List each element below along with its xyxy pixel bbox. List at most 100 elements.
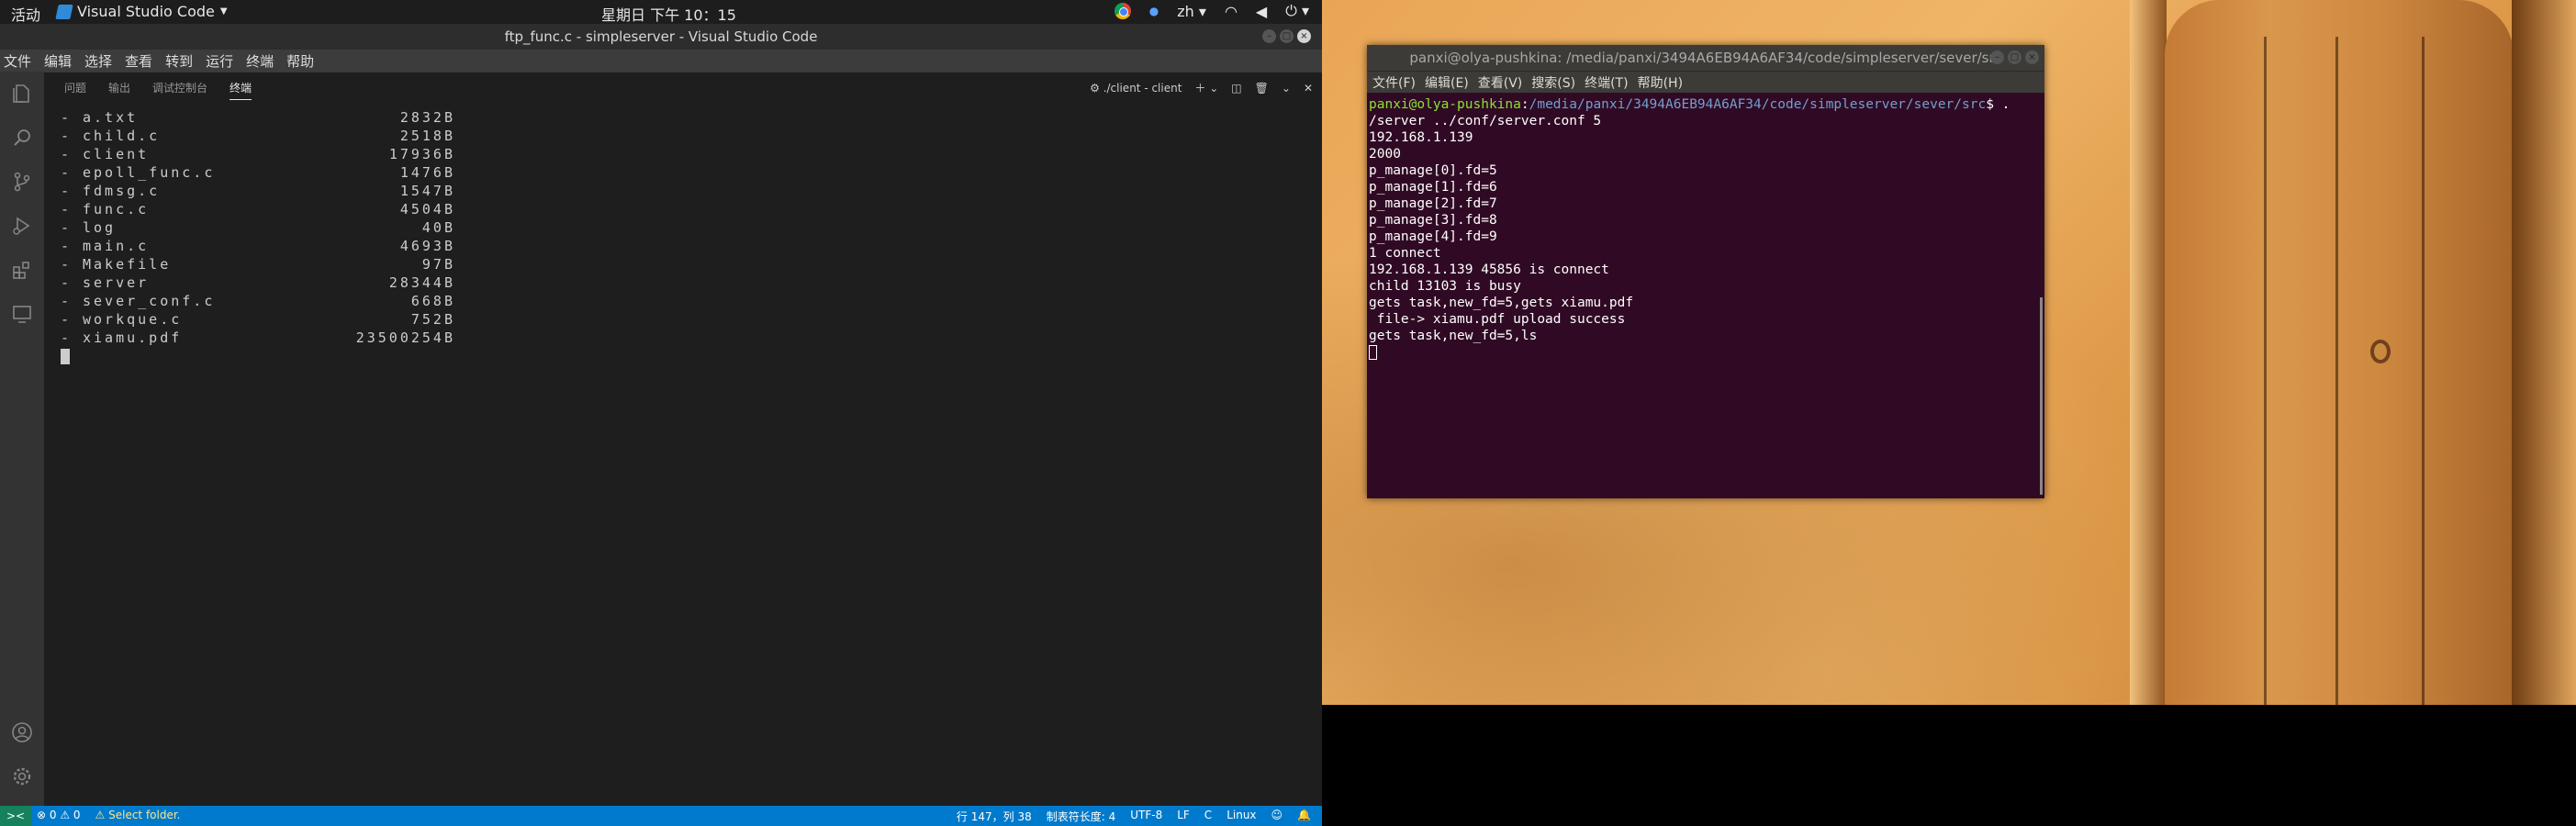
split-terminal-icon[interactable]: ◫ xyxy=(1231,82,1241,95)
account-icon[interactable] xyxy=(11,721,33,743)
settings-gear-icon[interactable] xyxy=(11,765,33,787)
file-name: child.c xyxy=(83,128,161,144)
terminal-cursor xyxy=(1369,344,2043,361)
file-name: xiamu.pdf xyxy=(83,329,183,346)
file-name: log xyxy=(83,219,117,236)
file-list-item: - server 28344B xyxy=(61,273,611,292)
source-control-icon[interactable] xyxy=(11,171,33,193)
file-list-item: - workque.c 752B xyxy=(61,310,611,329)
file-size: 2832B xyxy=(399,109,455,126)
explorer-icon[interactable] xyxy=(11,83,33,105)
menu-go[interactable]: 转到 xyxy=(165,51,193,71)
list-dash: - xyxy=(61,128,70,144)
vscode-icon xyxy=(55,4,73,19)
terminal-titlebar[interactable]: panxi@olya-pushkina: /media/panxi/3494A6… xyxy=(1367,45,2044,71)
close-button[interactable]: × xyxy=(1297,29,1311,43)
tab-debug-console[interactable]: 调试控制台 xyxy=(152,80,207,100)
volume-icon[interactable]: ◀ xyxy=(1256,3,1267,20)
terminal-line: child 13103 is busy xyxy=(1369,279,1521,294)
remote-explorer-icon[interactable] xyxy=(11,303,33,325)
close-panel-icon[interactable]: ✕ xyxy=(1304,82,1313,95)
term-menu-terminal[interactable]: 终端(T) xyxy=(1585,73,1628,92)
menu-run[interactable]: 运行 xyxy=(206,51,233,71)
tab-problems[interactable]: 问题 xyxy=(64,80,86,100)
chevron-up-icon[interactable]: ⌄ xyxy=(1282,82,1291,95)
file-name: func.c xyxy=(83,201,150,218)
terminal-line: gets task,new_fd=5,ls xyxy=(1369,329,1538,343)
file-size: 23500254B xyxy=(355,329,455,346)
chrome-icon[interactable] xyxy=(1114,3,1131,19)
terminal-selector[interactable]: ⚙ ./client - client xyxy=(1090,82,1182,95)
terminal-line: p_manage[1].fd=6 xyxy=(1369,180,1497,195)
gnome-top-bar: 活动 Visual Studio Code ▼ 星期日 下午 10：15 ● z… xyxy=(0,0,1322,24)
file-name: client xyxy=(83,146,150,162)
door-knob xyxy=(2370,340,2391,363)
new-terminal-icon[interactable]: ＋ ⌄ xyxy=(1194,80,1218,95)
gnome-terminal-window[interactable]: panxi@olya-pushkina: /media/panxi/3494A6… xyxy=(1367,45,2044,498)
file-name: sever_conf.c xyxy=(83,293,216,309)
terminal-scrollbar[interactable] xyxy=(2040,297,2043,495)
file-size: 2518B xyxy=(399,128,455,144)
problems-count[interactable]: ⊗ 0 ⚠ 0 xyxy=(37,809,81,821)
cursor-position[interactable]: 行 147，列 38 xyxy=(957,809,1032,824)
term-menu-search[interactable]: 搜索(S) xyxy=(1531,73,1575,92)
term-menu-file[interactable]: 文件(F) xyxy=(1372,73,1416,92)
terminal-line: /server ../conf/server.conf 5 xyxy=(1369,114,1602,128)
remote-icon[interactable]: >< xyxy=(0,806,31,826)
term-menu-help[interactable]: 帮助(H) xyxy=(1638,73,1683,92)
clock[interactable]: 星期日 下午 10：15 xyxy=(601,3,736,25)
terminal-line: file-> xiamu.pdf upload success xyxy=(1369,312,1626,327)
file-list-item: - child.c 2518B xyxy=(61,127,611,145)
terminal-line: gets task,new_fd=5,gets xiamu.pdf xyxy=(1369,296,1634,310)
trash-icon[interactable]: 🗑 xyxy=(1255,82,1269,95)
power-icon[interactable]: ⏻ ▾ xyxy=(1285,2,1309,20)
language-mode[interactable]: C xyxy=(1204,809,1212,824)
menu-help[interactable]: 帮助 xyxy=(286,51,314,71)
terminal-close-button[interactable]: × xyxy=(2025,50,2039,64)
menu-bar: 文件 编辑 选择 查看 转到 运行 终端 帮助 xyxy=(0,50,1322,72)
encoding[interactable]: UTF-8 xyxy=(1130,809,1162,824)
menu-edit[interactable]: 编辑 xyxy=(44,51,72,71)
wallpaper-door xyxy=(2165,0,2514,705)
indicator-icon[interactable]: ● xyxy=(1149,5,1159,17)
terminal-maximize-button[interactable]: □ xyxy=(2008,50,2022,64)
wallpaper-doorframe xyxy=(2130,0,2167,705)
run-debug-icon[interactable] xyxy=(11,215,33,237)
file-list-item: - a.txt 2832B xyxy=(61,108,611,127)
minimize-button[interactable]: – xyxy=(1262,29,1276,43)
select-folder[interactable]: ⚠ Select folder. xyxy=(95,809,181,821)
terminal-body[interactable]: panxi@olya-pushkina:/media/panxi/3494A6E… xyxy=(1367,93,2044,364)
extensions-icon[interactable] xyxy=(11,259,33,281)
eol[interactable]: LF xyxy=(1177,809,1190,824)
menu-file[interactable]: 文件 xyxy=(4,51,31,71)
bell-icon[interactable]: 🔔 xyxy=(1297,809,1311,824)
terminal-output[interactable]: - a.txt 2832B - child.c 2518B - client 17936B - ep… xyxy=(61,108,611,364)
list-dash: - xyxy=(61,274,70,291)
file-list-item: - Makefile 97B xyxy=(61,255,611,273)
tab-terminal[interactable]: 终端 xyxy=(230,80,252,100)
term-menu-view[interactable]: 查看(V) xyxy=(1478,73,1523,92)
activities-button[interactable]: 活动 xyxy=(11,3,40,25)
lang-label: zh xyxy=(1177,2,1194,20)
window-title: ftp_func.c - simpleserver - Visual Studi… xyxy=(504,28,818,45)
menu-terminal[interactable]: 终端 xyxy=(246,51,274,71)
terminal-minimize-button[interactable]: – xyxy=(1990,50,2004,64)
file-name: epoll_func.c xyxy=(83,164,216,181)
language-indicator[interactable]: zh ▾ xyxy=(1177,3,1206,20)
list-dash: - xyxy=(61,183,70,199)
file-size: 17936B xyxy=(388,146,455,162)
feedback-icon[interactable]: ☺ xyxy=(1271,809,1283,824)
menu-selection[interactable]: 选择 xyxy=(84,51,112,71)
tab-size[interactable]: 制表符长度: 4 xyxy=(1047,809,1116,824)
search-icon[interactable] xyxy=(11,127,33,149)
panel-tabs: 问题 输出 调试控制台 终端 ⚙ ./client - client ＋ ⌄ ◫… xyxy=(44,72,1322,103)
maximize-button[interactable]: □ xyxy=(1280,29,1294,43)
platform[interactable]: Linux xyxy=(1226,809,1256,824)
app-menu[interactable]: Visual Studio Code ▼ xyxy=(55,3,228,20)
menu-view[interactable]: 查看 xyxy=(125,51,152,71)
term-menu-edit[interactable]: 编辑(E) xyxy=(1425,73,1469,92)
system-tray: ● zh ▾ ◠ ◀ ⏻ ▾ xyxy=(1114,2,1309,20)
file-list-item: - epoll_func.c 1476B xyxy=(61,163,611,182)
wifi-icon[interactable]: ◠ xyxy=(1225,3,1238,20)
tab-output[interactable]: 输出 xyxy=(108,80,130,100)
